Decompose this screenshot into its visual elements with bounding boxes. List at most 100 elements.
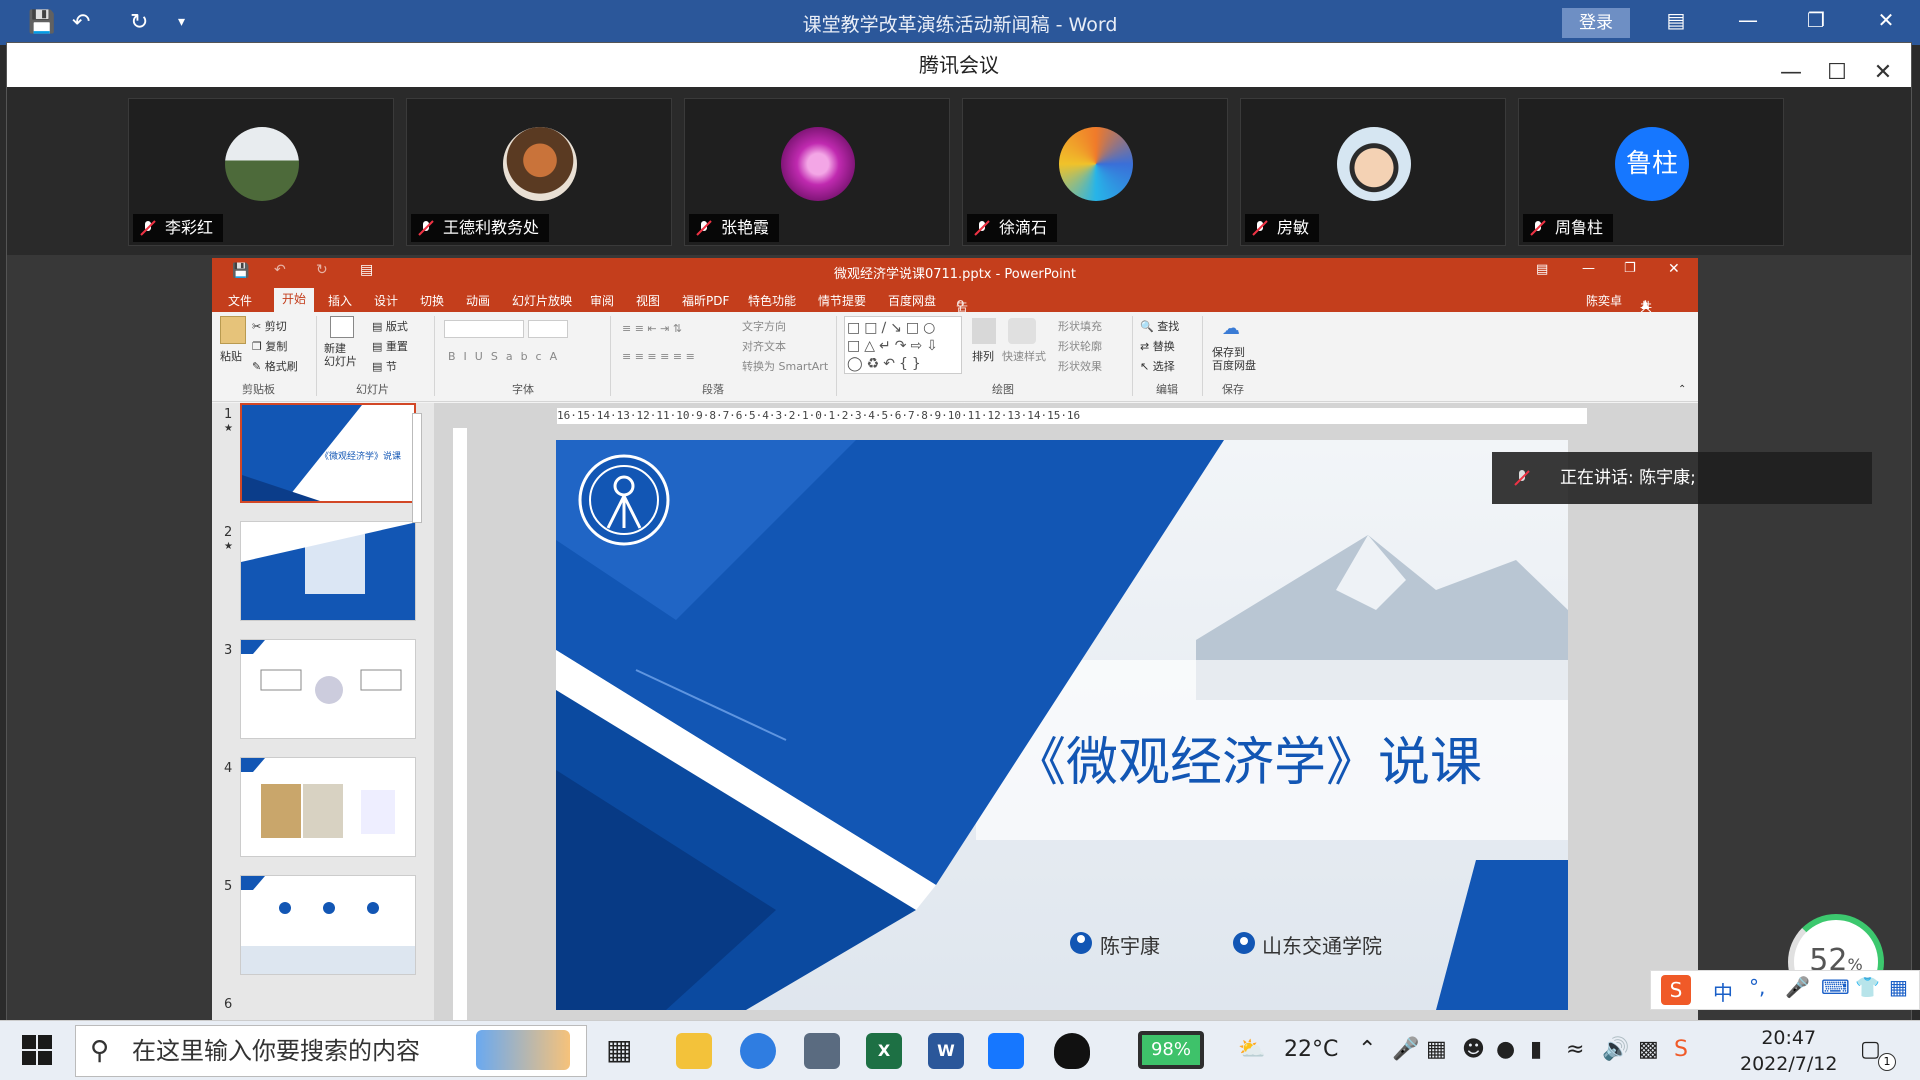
reset-button[interactable]: ▤ 重置 — [372, 338, 408, 354]
tab-features[interactable]: 特色功能 — [748, 292, 796, 309]
slide-thumbnail[interactable] — [240, 639, 416, 739]
calculator-icon[interactable] — [804, 1033, 840, 1069]
ppt-close-icon[interactable]: ✕ — [1668, 261, 1680, 277]
participant-tile[interactable]: 张艳霞 — [684, 98, 950, 246]
quick-styles-button[interactable]: 快速样式 — [1002, 348, 1046, 364]
task-view-icon[interactable]: ▦ — [606, 1033, 642, 1069]
mic-icon[interactable]: 🎤 — [1392, 1037, 1419, 1062]
tencent-meeting-icon[interactable] — [988, 1033, 1024, 1069]
shape-effects-button[interactable]: 形状效果 — [1058, 358, 1102, 374]
new-slide-icon[interactable] — [330, 316, 354, 338]
participant-tile[interactable]: 徐滴石 — [962, 98, 1228, 246]
search-placeholder: 在这里输入你要搜索的内容 — [132, 1037, 420, 1065]
windows-start-icon[interactable] — [22, 1035, 52, 1065]
close-icon[interactable]: ✕ — [1866, 8, 1906, 32]
align-buttons[interactable]: ≡ ≡ ≡ ≡ ≡ ≡ — [622, 350, 695, 363]
tab-design[interactable]: 设计 — [374, 292, 398, 309]
wifi-icon[interactable]: ≈ — [1566, 1037, 1584, 1062]
format-painter-button[interactable]: ✎ 格式刷 — [252, 358, 298, 374]
keyboard-icon[interactable]: ⌨ — [1821, 975, 1850, 999]
paste-icon[interactable] — [220, 316, 246, 344]
smartart-button[interactable]: 转换为 SmartArt — [742, 358, 828, 374]
tab-review[interactable]: 审阅 — [590, 292, 614, 309]
save-baidu-button[interactable]: 保存到 百度网盘 — [1212, 346, 1256, 372]
restore-icon[interactable]: ❐ — [1796, 8, 1836, 32]
sogou-s-icon[interactable]: S — [1661, 975, 1691, 1005]
taskbar-clock[interactable]: 20:47 2022/7/12 — [1740, 1025, 1837, 1077]
tab-file[interactable]: 文件 — [228, 292, 252, 309]
minimize-icon[interactable]: — — [1728, 8, 1768, 32]
baidu-cloud-icon[interactable]: ☁ — [1222, 318, 1240, 339]
ime-lang-toggle[interactable]: 中 — [1713, 977, 1733, 1006]
tray-app-icon[interactable]: ▮ — [1530, 1037, 1542, 1062]
tab-storyboard[interactable]: 情节提要 — [818, 292, 866, 309]
collapse-ribbon-icon[interactable]: ⌃ — [1678, 384, 1686, 395]
ppt-ribbon-display-icon[interactable]: ▤ — [1536, 262, 1548, 277]
participant-tile[interactable]: 房敏 — [1240, 98, 1506, 246]
tab-baidu-netdisk[interactable]: 百度网盘 — [888, 292, 936, 309]
arrange-icon[interactable] — [972, 318, 996, 344]
slide-thumbnail[interactable] — [240, 757, 416, 857]
find-button[interactable]: 🔍 查找 — [1140, 318, 1179, 334]
align-text-button[interactable]: 对齐文本 — [742, 338, 786, 354]
shape-fill-button[interactable]: 形状填充 — [1058, 318, 1102, 334]
ppt-minimize-icon[interactable]: — — [1582, 261, 1595, 276]
layout-button[interactable]: ▤ 版式 — [372, 318, 408, 334]
qq-tray-icon[interactable]: ☻ — [1462, 1037, 1485, 1062]
user-name[interactable]: 陈奕卓 — [1586, 292, 1622, 309]
paste-button[interactable]: 粘贴 — [220, 348, 242, 364]
weather-temp[interactable]: 22°C — [1284, 1037, 1338, 1062]
participant-tile[interactable]: 李彩红 — [128, 98, 394, 246]
battery-widget[interactable]: 98% — [1138, 1031, 1204, 1069]
input-method-icon[interactable]: ▩ — [1638, 1037, 1659, 1062]
voice-input-icon[interactable]: 🎤 — [1785, 975, 1810, 999]
word-icon[interactable]: W — [928, 1033, 964, 1069]
taskbar-search-box[interactable]: ⚲ 在这里输入你要搜索的内容 — [75, 1025, 587, 1077]
sogou-tray-icon[interactable]: S — [1674, 1037, 1688, 1062]
participant-tile[interactable]: 王德利教务处 — [406, 98, 672, 246]
section-button[interactable]: ▤ 节 — [372, 358, 397, 374]
sogou-browser-icon[interactable] — [740, 1033, 776, 1069]
arrange-button[interactable]: 排列 — [972, 348, 994, 364]
toolbox-icon[interactable]: ▦ — [1889, 975, 1908, 999]
text-direction-button[interactable]: 文字方向 — [742, 318, 786, 334]
file-explorer-icon[interactable] — [676, 1033, 712, 1069]
font-format-buttons[interactable]: BIUSabcA — [448, 350, 565, 363]
current-slide[interactable]: 《微观经济学》说课 陈宇康 山东交通学院 — [556, 440, 1568, 1010]
qq-icon[interactable] — [1054, 1033, 1090, 1069]
ppt-restore-icon[interactable]: ❐ — [1624, 261, 1636, 276]
list-buttons[interactable]: ≡ ≡ ⇤ ⇥ ⇅ — [622, 322, 682, 335]
shapes-gallery[interactable]: □□∕↘□○ □△↵↷⇨⇩ ◯♻↶{} — [844, 316, 962, 374]
quick-styles-icon[interactable] — [1008, 318, 1036, 344]
tab-home[interactable]: 开始 — [274, 288, 315, 312]
tab-insert[interactable]: 插入 — [328, 292, 352, 309]
replace-button[interactable]: ⇄ 替换 — [1140, 338, 1175, 354]
tray-app-icon[interactable]: ▦ — [1426, 1037, 1447, 1062]
thumb-scrollbar[interactable] — [412, 413, 422, 523]
new-slide-button[interactable]: 新建 幻灯片 — [324, 342, 357, 368]
slide-thumbnail[interactable] — [240, 521, 416, 621]
tab-foxit-pdf[interactable]: 福昕PDF — [682, 292, 729, 309]
skin-icon[interactable]: 👕 — [1855, 975, 1880, 999]
volume-icon[interactable]: 🔊 — [1602, 1037, 1629, 1062]
font-size-select[interactable] — [528, 320, 568, 338]
excel-icon[interactable]: X — [866, 1033, 902, 1069]
punctuation-icon[interactable]: °, — [1749, 975, 1765, 999]
weather-icon[interactable]: ⛅ — [1238, 1037, 1265, 1062]
login-button[interactable]: 登录 — [1562, 8, 1630, 38]
tab-transitions[interactable]: 切换 — [420, 292, 444, 309]
cut-button[interactable]: ✂ 剪切 — [252, 318, 287, 334]
shape-outline-button[interactable]: 形状轮廓 — [1058, 338, 1102, 354]
select-button[interactable]: ↖ 选择 — [1140, 358, 1175, 374]
slide-thumbnail[interactable]: 《微观经济学》说课 — [240, 403, 416, 503]
copy-button[interactable]: ❐ 复制 — [252, 338, 287, 354]
tab-slideshow[interactable]: 幻灯片放映 — [512, 292, 572, 309]
tab-animations[interactable]: 动画 — [466, 292, 490, 309]
tab-view[interactable]: 视图 — [636, 292, 660, 309]
ribbon-display-icon[interactable]: ▤ — [1656, 8, 1696, 32]
font-name-select[interactable] — [444, 320, 524, 338]
tray-app-icon[interactable]: ● — [1496, 1037, 1515, 1062]
slide-thumbnail[interactable] — [240, 875, 416, 975]
show-hidden-icons[interactable]: ⌃ — [1358, 1037, 1376, 1062]
participant-tile[interactable]: 鲁柱 周鲁柱 — [1518, 98, 1784, 246]
